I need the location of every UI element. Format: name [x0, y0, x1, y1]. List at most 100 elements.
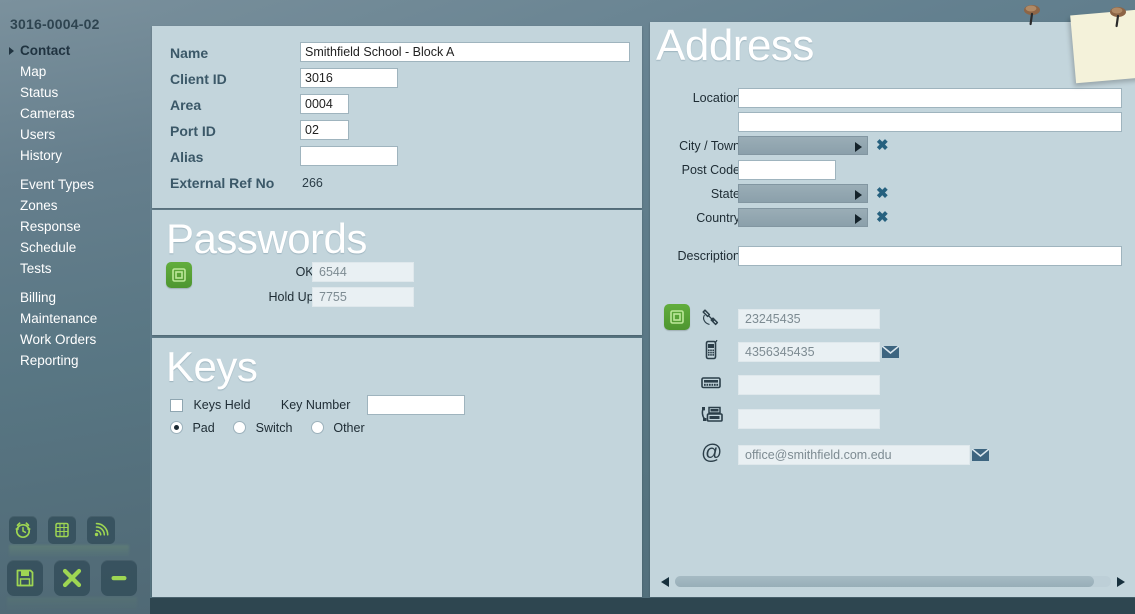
client-id-label: Client ID: [170, 71, 227, 87]
location-line1-input[interactable]: [738, 88, 1122, 108]
sidebar-toolbar: [0, 504, 150, 614]
key-type-pad-radio[interactable]: [170, 421, 183, 435]
state-label: State: [710, 187, 740, 201]
sidebar-item-map[interactable]: Map: [0, 61, 150, 82]
sidebar-item-response[interactable]: Response: [0, 216, 150, 237]
post-code-input[interactable]: [738, 160, 836, 180]
sidebar-item-tests[interactable]: Tests: [0, 258, 150, 279]
key-type-switch-label: Switch: [255, 420, 293, 435]
cancel-button[interactable]: [54, 560, 90, 596]
key-number-label: Key Number: [280, 398, 351, 412]
push-pin-icon: [1022, 2, 1042, 26]
mobile-phone-icon: [702, 339, 720, 366]
network-button[interactable]: [48, 516, 76, 544]
key-type-other-radio[interactable]: [310, 421, 324, 435]
sidebar-item-zones[interactable]: Zones: [0, 195, 150, 216]
sidebar-item-work-orders[interactable]: Work Orders: [0, 329, 150, 350]
sidebar: 3016-0004-02 Contact Map Status Cameras …: [0, 0, 150, 614]
description-input[interactable]: [738, 246, 1122, 266]
field-row-alias: Alias: [152, 146, 642, 168]
sidebar-item-maintenance[interactable]: Maintenance: [0, 308, 150, 329]
passwords-panel: Passwords OK Password Hold Up Password: [152, 210, 642, 335]
city-town-clear-button[interactable]: ✖: [876, 136, 889, 155]
alarm-clock-icon: [15, 522, 31, 539]
pager-input[interactable]: [738, 375, 880, 395]
scroll-right-button[interactable]: [1114, 573, 1128, 590]
field-row-name: Name: [152, 42, 642, 64]
sidebar-item-contact[interactable]: Contact: [0, 40, 150, 61]
push-pin-icon: [1108, 4, 1128, 28]
state-clear-button[interactable]: ✖: [876, 184, 889, 203]
location-line2-input[interactable]: [738, 112, 1122, 132]
toolbar-reflection-1: [9, 545, 129, 558]
scrollbar-thumb[interactable]: [675, 576, 1094, 587]
keys-held-checkbox[interactable]: [170, 398, 183, 412]
city-town-label: City / Town: [679, 139, 740, 153]
email-send-button[interactable]: [971, 448, 990, 461]
key-number-input[interactable]: [366, 395, 465, 415]
client-id-input[interactable]: [300, 68, 398, 88]
toolbar-row-bottom: [7, 560, 137, 596]
key-type-switch-radio[interactable]: [233, 421, 247, 435]
area-label: Area: [170, 97, 202, 113]
address-heading: Address: [656, 21, 814, 70]
nested-square-icon: [172, 268, 186, 282]
horizontal-scrollbar[interactable]: [658, 573, 1128, 590]
minus-icon: [111, 576, 127, 581]
save-button[interactable]: [7, 560, 43, 596]
passwords-lock-button[interactable]: [166, 262, 192, 288]
chevron-right-icon: [855, 142, 862, 152]
state-dropdown[interactable]: [738, 184, 868, 203]
name-input[interactable]: [300, 42, 630, 62]
area-input[interactable]: [300, 94, 349, 114]
post-code-label: Post Code: [681, 163, 740, 177]
city-town-dropdown[interactable]: [738, 136, 868, 155]
sidebar-item-reporting[interactable]: Reporting: [0, 350, 150, 371]
keys-held-row: Keys Held Key Number: [170, 395, 465, 415]
sidebar-item-status[interactable]: Status: [0, 82, 150, 103]
keys-heading: Keys: [166, 343, 258, 390]
scroll-left-button[interactable]: [658, 573, 672, 590]
port-id-label: Port ID: [170, 123, 216, 139]
sidebar-item-cameras[interactable]: Cameras: [0, 103, 150, 124]
field-row-area: Area: [152, 94, 642, 116]
pager-icon: [700, 374, 722, 397]
fax-input[interactable]: [738, 409, 880, 429]
bottom-status-strip: [0, 598, 1135, 614]
country-dropdown[interactable]: [738, 208, 868, 227]
external-ref-label: External Ref No: [170, 175, 275, 191]
key-type-pad-label: Pad: [192, 420, 215, 435]
keys-held-label: Keys Held: [193, 398, 251, 412]
hold-up-password-input[interactable]: [312, 287, 414, 307]
toolbar-row-top: [9, 516, 115, 544]
country-clear-button[interactable]: ✖: [876, 208, 889, 227]
sidebar-item-users[interactable]: Users: [0, 124, 150, 145]
email-input[interactable]: [738, 445, 970, 465]
signal-button[interactable]: [87, 516, 115, 544]
keys-panel: Keys Keys Held Key Number Pad Switch Oth…: [152, 338, 642, 597]
mobile-input[interactable]: [738, 342, 880, 362]
key-type-radio-group: Pad Switch Other: [170, 419, 365, 437]
sidebar-item-schedule[interactable]: Schedule: [0, 237, 150, 258]
sidebar-item-history[interactable]: History: [0, 145, 150, 166]
location-label: Location: [692, 91, 740, 105]
description-label: Description: [677, 249, 740, 263]
telephone-input[interactable]: [738, 309, 880, 329]
save-floppy-icon: [16, 569, 34, 587]
port-id-input[interactable]: [300, 120, 349, 140]
passwords-heading: Passwords: [166, 215, 367, 262]
ok-password-input[interactable]: [312, 262, 414, 282]
sidebar-item-billing[interactable]: Billing: [0, 287, 150, 308]
remove-button[interactable]: [101, 560, 137, 596]
telephone-handset-icon: [700, 306, 722, 333]
sidebar-item-event-types[interactable]: Event Types: [0, 174, 150, 195]
alarm-button[interactable]: [9, 516, 37, 544]
svg-text:@: @: [701, 441, 722, 464]
globe-grid-icon: [55, 522, 69, 538]
contact-methods-button[interactable]: [664, 304, 690, 330]
scrollbar-track[interactable]: [675, 576, 1111, 587]
key-type-other-label: Other: [333, 420, 365, 435]
mobile-send-sms-button[interactable]: [881, 345, 900, 358]
alias-label: Alias: [170, 149, 204, 165]
alias-input[interactable]: [300, 146, 398, 166]
